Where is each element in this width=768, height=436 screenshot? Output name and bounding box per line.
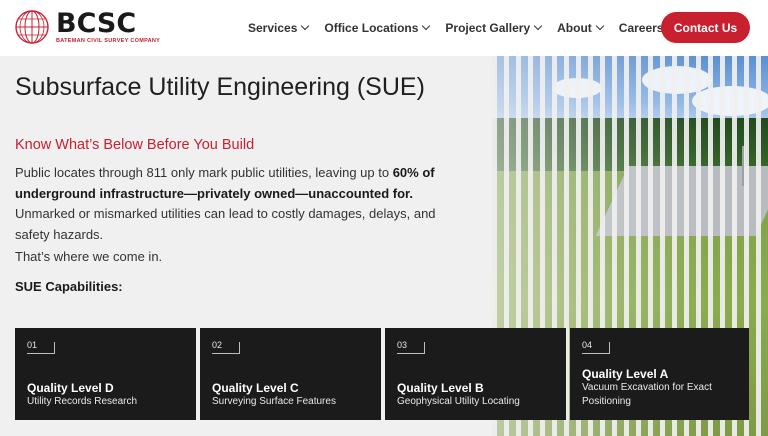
contact-us-button[interactable]: Contact Us [661,12,750,43]
chevron-down-icon [595,21,605,31]
main-nav: Services Office Locations Project Galler… [248,0,679,56]
corner-bracket-icon [397,342,425,354]
capability-card[interactable]: 01 Quality Level D Utility Records Resea… [15,328,196,420]
card-description: Utility Records Research [27,396,138,407]
logo-tagline: BATEMAN CIVIL SURVEY COMPANY [56,38,161,44]
corner-bracket-icon [27,342,55,354]
card-description: Vacuum Excavation for Exact Positioning [582,382,712,407]
hero-paragraph-post: Unmarked or mismarked utilities can lead… [15,206,436,242]
capability-card[interactable]: 04 Quality Level A Vacuum Excavation for… [570,328,749,420]
hero-paragraph: Public locates through 811 only mark pub… [15,163,445,245]
hero-paragraph-2: That’s where we come in. [15,249,163,264]
chevron-down-icon [533,21,543,31]
chevron-down-icon [301,21,310,31]
card-title: Quality Level D [27,381,114,395]
nav-office-locations[interactable]: Office Locations [324,21,431,35]
site-header: BCSC BATEMAN CIVIL SURVEY COMPANY Servic… [0,0,768,56]
nav-label: Services [248,21,298,35]
nav-label: Careers [618,21,664,35]
chevron-down-icon [422,21,431,31]
card-title: Quality Level A [582,367,669,381]
page-title: Subsurface Utility Engineering (SUE) [15,73,425,101]
nav-label: Project Gallery [445,21,531,35]
corner-bracket-icon [212,342,240,354]
nav-careers[interactable]: Careers [619,21,664,35]
corner-bracket-icon [582,342,610,354]
logo-word: BCSC [56,8,137,39]
capabilities-heading: SUE Capabilities: [15,279,123,294]
capability-card[interactable]: 02 Quality Level C Surveying Surface Fea… [200,328,381,420]
nav-about[interactable]: About [557,21,605,35]
card-description: Geophysical Utility Locating [397,396,520,407]
card-title: Quality Level B [397,381,484,395]
logo-globe-icon [15,10,49,44]
nav-services[interactable]: Services [248,21,310,35]
capability-card[interactable]: 03 Quality Level B Geophysical Utility L… [385,328,566,420]
nav-label: Office Locations [324,21,419,35]
card-title: Quality Level C [212,381,299,395]
hero-paragraph-pre: Public locates through 811 only mark pub… [15,165,393,180]
card-description: Surveying Surface Features [212,396,336,407]
nav-project-gallery[interactable]: Project Gallery [445,21,543,35]
logo[interactable]: BCSC BATEMAN CIVIL SURVEY COMPANY [14,9,160,45]
hero-subtitle: Know What’s Below Before You Build [15,137,255,153]
nav-label: About [557,21,592,35]
